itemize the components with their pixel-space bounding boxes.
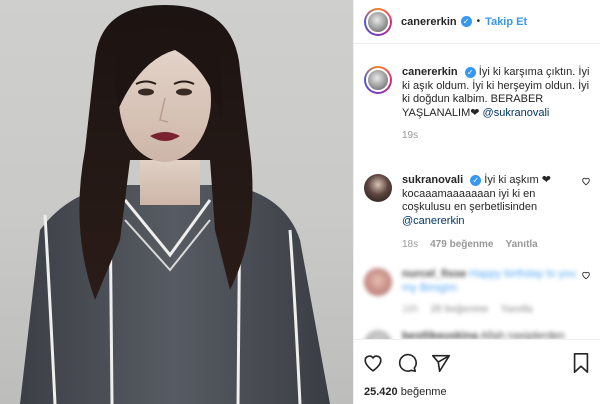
likes-label: beğenme xyxy=(400,386,447,398)
comment-likes[interactable]: 479 beğenme xyxy=(430,238,493,252)
separator: • xyxy=(476,16,481,27)
avatar[interactable] xyxy=(364,174,392,202)
share-icon[interactable] xyxy=(430,352,452,374)
portrait-image xyxy=(20,5,330,404)
heart-icon[interactable] xyxy=(362,352,384,374)
comment-username[interactable]: bestlikeuskina xyxy=(402,330,478,339)
caption: canererkin ✓ İyi ki karşıma çıktın. İyi … xyxy=(364,66,590,143)
header-username[interactable]: canererkin xyxy=(401,16,457,28)
post-photo[interactable] xyxy=(0,0,353,404)
avatar[interactable] xyxy=(364,330,392,339)
avatar[interactable] xyxy=(364,268,392,296)
likes-count[interactable]: 25.420 beğenme xyxy=(364,386,447,398)
bookmark-icon[interactable] xyxy=(571,352,591,377)
follow-button[interactable]: Takip Et xyxy=(485,16,527,28)
avatar[interactable] xyxy=(364,7,392,36)
verified-badge-icon: ✓ xyxy=(464,67,476,78)
verified-badge-icon: ✓ xyxy=(470,175,482,186)
caption-time[interactable]: 19s xyxy=(402,129,418,143)
like-comment-heart-icon[interactable] xyxy=(581,270,591,280)
comments-list[interactable]: canererkin ✓ İyi ki karşıma çıktın. İyi … xyxy=(354,44,600,339)
comment-username[interactable]: nurcel_fisse xyxy=(402,268,466,280)
instagram-post: canererkin ✓ • Takip Et canererkin ✓ İyi… xyxy=(0,0,600,404)
post-side-panel: canererkin ✓ • Takip Et canererkin ✓ İyi… xyxy=(353,0,600,404)
comment-time[interactable]: 18h xyxy=(402,303,419,317)
likes-number: 25.420 xyxy=(364,386,398,398)
caption-username[interactable]: canererkin xyxy=(402,66,458,78)
comment-likes[interactable]: 25 beğenme xyxy=(431,303,489,317)
comment-text: Allah nasiplerden xyxy=(480,330,565,339)
post-actions: 25.420 beğenme xyxy=(354,339,600,404)
comment: sukranovali ✓ İyi ki aşkım ❤ kocaaamaaaa… xyxy=(364,174,580,252)
comment-time[interactable]: 18s xyxy=(402,238,418,252)
comment-icon[interactable] xyxy=(396,352,418,374)
comment: bestlikeuskina Allah nasiplerden xyxy=(364,330,580,339)
comment-mention[interactable]: @canererkin xyxy=(402,215,465,227)
post-header: canererkin ✓ • Takip Et xyxy=(354,0,600,44)
reply-button[interactable]: Yanıtla xyxy=(506,238,538,252)
comment-username[interactable]: sukranovali xyxy=(402,174,463,186)
comment: nurcel_fisse Happy birthday to you my Bi… xyxy=(364,268,580,317)
like-comment-heart-icon[interactable] xyxy=(581,176,591,186)
caption-mention[interactable]: @sukranovali xyxy=(483,107,550,119)
avatar[interactable] xyxy=(364,66,392,94)
verified-badge-icon: ✓ xyxy=(460,16,472,27)
reply-button[interactable]: Yanıtla xyxy=(501,303,533,317)
